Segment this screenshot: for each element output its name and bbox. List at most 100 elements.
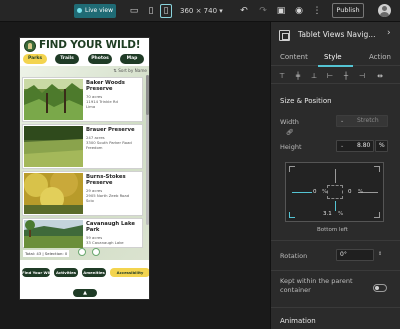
find-your-wild-button[interactable]: Find Your Wild <box>22 268 53 277</box>
total-label: Total: 43 | Selection: 0 <box>23 250 70 257</box>
width-value: Stretch <box>357 117 379 124</box>
align-center-icon[interactable]: ┼ <box>341 71 351 81</box>
list-item[interactable]: Burns-Stokes Preserve 29 acres 2905 Nort… <box>22 171 143 216</box>
park-logo-icon <box>24 40 36 52</box>
more-icon[interactable]: ⋮ <box>311 5 323 17</box>
live-indicator-icon <box>77 7 82 13</box>
design-canvas: FIND YOUR WILD! Parks Trails Photos Map … <box>0 22 270 329</box>
align-left-icon[interactable]: ⊢ <box>325 71 335 81</box>
save-icon[interactable]: ▣ <box>275 5 287 17</box>
rotation-stepper[interactable]: ⇕ <box>378 251 382 257</box>
left-offset-unit[interactable]: % <box>322 189 327 195</box>
tab-action[interactable]: Action <box>369 53 391 61</box>
list-item[interactable]: Cavanaugh Lake Park 59 acres 33 Cavanaug… <box>22 218 143 248</box>
divider <box>271 307 400 308</box>
bottom-guide <box>335 201 336 211</box>
tab-trails[interactable]: Trails <box>55 54 79 64</box>
app-title: FIND YOUR WILD! <box>39 39 141 51</box>
top-guide <box>335 169 336 183</box>
scroll-up-button[interactable]: ▲ <box>73 289 97 297</box>
height-input[interactable]: ⌄ 8.80 <box>336 140 374 152</box>
park-name: Burns-Stokes Preserve <box>86 174 126 187</box>
align-top-icon[interactable]: ⊤ <box>277 71 287 81</box>
preview-icon[interactable]: ◉ <box>293 5 305 17</box>
park-photo <box>24 220 83 248</box>
sort-button[interactable]: ⇅ Sort by Name <box>113 68 147 73</box>
bottom-offset-value[interactable]: 3.1 <box>323 211 332 217</box>
anchor-bottom-right[interactable] <box>374 212 380 218</box>
park-name: Cavanaugh Lake Park <box>86 221 135 234</box>
redo-icon[interactable]: ↷ <box>257 5 269 17</box>
device-size-select[interactable]: 360 × 740 ▾ <box>180 5 223 17</box>
widget-outline <box>327 185 343 199</box>
right-offset-value[interactable]: 0 <box>348 189 352 195</box>
park-photo <box>24 79 83 120</box>
app-root: Live view ▭ ▯ ▯ 360 × 740 ▾ ↶ ↷ ▣ ◉ ⋮ Pu… <box>0 0 400 329</box>
park-name: Baker Woods Preserve <box>86 80 125 93</box>
panel-tabs: Content Style Action <box>271 50 400 67</box>
check-icon[interactable] <box>92 248 100 256</box>
collapse-icon[interactable]: › <box>387 28 391 38</box>
tab-content[interactable]: Content <box>280 53 308 61</box>
rotation-input[interactable]: 0° <box>336 249 374 261</box>
anchor-top-right[interactable] <box>374 166 380 172</box>
accessibility-button[interactable]: Accessibility <box>110 268 149 277</box>
live-view-button[interactable]: Live view <box>74 4 116 18</box>
animation-heading[interactable]: Animation <box>280 317 316 325</box>
kept-within-toggle[interactable] <box>373 284 387 292</box>
left-offset-value[interactable]: 0 <box>313 189 317 195</box>
tab-style[interactable]: Style <box>324 53 342 61</box>
amenities-button[interactable]: Amenities <box>82 268 106 277</box>
park-city: Freedom <box>86 145 103 150</box>
list-item[interactable]: Baker Woods Preserve 70 acres 11914 Trin… <box>22 77 143 122</box>
right-offset-unit[interactable]: % <box>358 189 363 195</box>
divider <box>271 240 400 241</box>
app-header: FIND YOUR WILD! <box>20 38 149 54</box>
chevron-down-icon: ⌄ <box>340 118 345 124</box>
undo-icon[interactable]: ↶ <box>238 5 250 17</box>
scroll-thumb[interactable] <box>146 75 149 115</box>
rotation-label: Rotation <box>280 252 308 260</box>
anchor-top-left[interactable] <box>289 166 295 172</box>
alignment-toolbar: ⊤ ╪ ⊥ ⊢ ┼ ⊣ ⇹ <box>271 68 400 84</box>
distribute-icon[interactable]: ⇹ <box>375 71 385 81</box>
publish-button[interactable]: Publish <box>332 3 364 18</box>
size-position-heading: Size & Position <box>280 97 332 105</box>
anchor-label: Bottom left <box>317 227 348 233</box>
divider <box>271 270 400 271</box>
phone-icon[interactable]: ▯ <box>160 4 172 18</box>
list-scrollbar[interactable] <box>146 75 149 225</box>
link-icon[interactable]: 🔗︎ <box>286 129 294 136</box>
park-photo <box>24 126 83 167</box>
list-item[interactable]: Brauer Preserve 247 acres 3300 South Par… <box>22 124 143 169</box>
park-name: Brauer Preserve <box>86 127 135 133</box>
tab-parks[interactable]: Parks <box>23 54 47 64</box>
park-city: Scio <box>86 198 94 203</box>
height-value: 8.80 <box>357 142 371 149</box>
bottom-offset-unit[interactable]: % <box>338 211 343 217</box>
width-label: Width <box>280 118 299 126</box>
position-widget: 0 % 0 % 3.1 % <box>285 162 384 222</box>
park-address: 33 Cavanaugh Lake <box>86 240 124 245</box>
align-right-icon[interactable]: ⊣ <box>357 71 367 81</box>
kept-within-label: Kept within the parent container <box>280 277 353 294</box>
align-middle-icon[interactable]: ╪ <box>293 71 303 81</box>
user-avatar[interactable] <box>378 4 391 17</box>
height-label: Height <box>280 143 302 151</box>
align-bottom-icon[interactable]: ⊥ <box>309 71 319 81</box>
park-photo <box>24 173 83 214</box>
widget-icon <box>279 30 290 41</box>
live-view-label: Live view <box>85 7 113 14</box>
tablet-icon[interactable]: ▯ <box>145 5 157 17</box>
tab-map[interactable]: Map <box>120 54 144 64</box>
height-unit-select[interactable]: % <box>375 140 388 152</box>
refresh-icon[interactable] <box>78 248 86 256</box>
settings-panel: Tablet Views Navig... › Content Style Ac… <box>270 22 400 329</box>
tab-photos[interactable]: Photos <box>88 54 112 64</box>
activities-button[interactable]: Activities <box>54 268 78 277</box>
width-field[interactable]: ⌄ Stretch <box>336 115 388 127</box>
anchor-bottom-left[interactable] <box>289 212 295 218</box>
park-list: ⇅ Sort by Name Baker Woods Preserve 70 a… <box>20 66 149 260</box>
panel-header: Tablet Views Navig... › <box>271 22 400 50</box>
desktop-icon[interactable]: ▭ <box>128 5 140 17</box>
